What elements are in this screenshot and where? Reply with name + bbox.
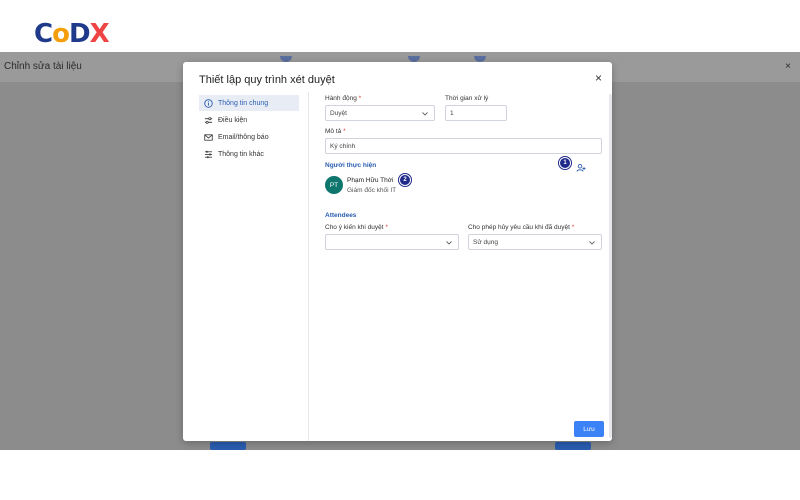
allow-cancel-select[interactable]: Sử dụng [468, 234, 602, 250]
step-badge-1: 1 [560, 158, 570, 168]
step-badge-2: 2 [400, 175, 410, 185]
nav-item-email-notification[interactable]: Email/thông báo [199, 129, 299, 145]
save-button[interactable]: Lưu [574, 421, 604, 437]
codx-logo: C o D X [34, 18, 110, 50]
action-label: Hành động * [325, 95, 362, 102]
allow-cancel-label: Cho phép hủy yêu cầu khi đã duyệt * [468, 224, 575, 231]
description-input[interactable]: Ký chính [325, 138, 602, 154]
general-info-form: Hành động * Duyệt Thời gian xử lý 1 Mô t… [310, 92, 612, 441]
nav-item-label: Thông tin khác [218, 150, 264, 158]
chevron-down-icon [446, 241, 452, 245]
nav-item-label: Email/thông báo [218, 133, 269, 141]
processing-time-label: Thời gian xử lý [445, 95, 489, 102]
action-select[interactable]: Duyệt [325, 105, 435, 121]
opinion-label: Cho ý kiến khi duyệt * [325, 224, 388, 231]
logo-letter-c: C [34, 19, 53, 49]
modal-close-icon[interactable]: × [595, 71, 602, 85]
editor-title: Chỉnh sửa tài liệu [4, 61, 82, 72]
nav-item-other-info[interactable]: Thông tin khác [199, 146, 299, 162]
approval-process-modal: Thiết lập quy trình xét duyệt × Thông ti… [183, 62, 612, 441]
logo-letter-o: o [52, 19, 70, 49]
attendees-section-title: Attendees [325, 212, 357, 219]
performer-role: Giám đốc khối IT [347, 187, 397, 194]
avatar: PT [325, 176, 343, 194]
performer-name: Phạm Hữu Thời [347, 177, 394, 184]
modal-title: Thiết lập quy trình xét duyệt [199, 74, 335, 86]
chevron-down-icon [589, 241, 595, 245]
nav-item-label: Thông tin chung [218, 99, 269, 107]
add-user-icon[interactable] [576, 160, 586, 178]
logo-letter-d: D [68, 19, 91, 49]
performer-section-title: Người thực hiện [325, 162, 377, 169]
scrollbar[interactable] [609, 94, 612, 438]
mail-icon [203, 132, 213, 142]
background-button [210, 442, 246, 450]
opinion-select[interactable] [325, 234, 459, 250]
description-label: Mô tả * [325, 128, 346, 135]
info-icon [203, 98, 213, 108]
processing-time-input[interactable]: 1 [445, 105, 507, 121]
sliders-icon [203, 115, 213, 125]
chevron-down-icon [422, 112, 428, 116]
logo-letter-x: X [89, 19, 110, 49]
editor-close-icon[interactable]: × [785, 61, 791, 72]
settings-icon [203, 149, 213, 159]
nav-item-general-info[interactable]: Thông tin chung [199, 95, 299, 111]
background-button [555, 442, 591, 450]
nav-item-label: Điều kiện [218, 116, 248, 124]
nav-item-conditions[interactable]: Điều kiện [199, 112, 299, 128]
modal-sidebar: Thông tin chung Điều kiện Email/thông bá… [183, 92, 309, 441]
